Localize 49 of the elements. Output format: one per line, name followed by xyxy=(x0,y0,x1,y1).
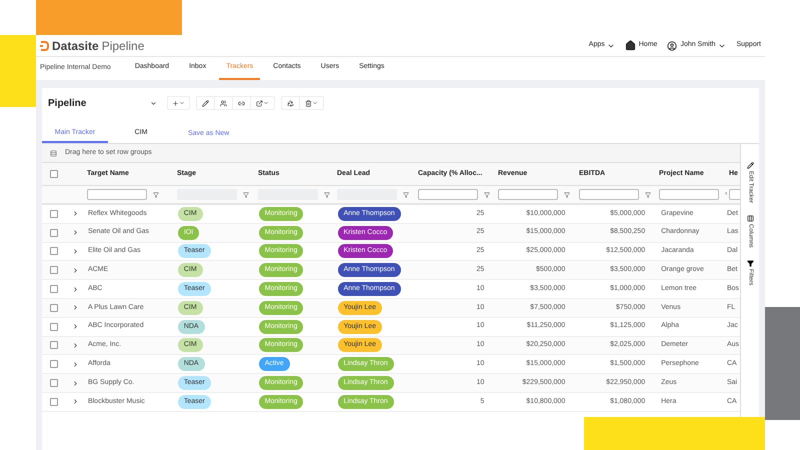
expand-icon[interactable] xyxy=(72,398,79,406)
add-button[interactable] xyxy=(167,96,190,110)
users-icon xyxy=(220,100,227,106)
filter-field[interactable] xyxy=(579,189,639,200)
select-all-checkbox[interactable] xyxy=(50,170,58,178)
row-checkbox[interactable] xyxy=(50,322,58,331)
product-name: Pipeline xyxy=(102,38,144,54)
columns-icon xyxy=(746,215,754,222)
row-groups-icon xyxy=(50,150,57,156)
row-checkbox[interactable] xyxy=(50,341,58,350)
row-checkbox[interactable] xyxy=(50,398,58,406)
row-checkbox[interactable] xyxy=(50,379,58,388)
expand-icon[interactable] xyxy=(72,266,79,274)
export-icon xyxy=(256,100,263,106)
expand-icon[interactable] xyxy=(72,248,79,255)
caret-icon xyxy=(312,100,318,106)
row-checkbox[interactable] xyxy=(50,266,58,274)
tracker-title: Pipeline xyxy=(48,96,88,110)
expand-icon[interactable] xyxy=(72,342,79,349)
caret-icon xyxy=(179,100,185,106)
expand-icon[interactable] xyxy=(72,210,79,218)
caret-icon[interactable] xyxy=(150,100,157,106)
caret-icon xyxy=(263,100,269,106)
expand-icon[interactable] xyxy=(72,286,79,293)
row-checkbox[interactable] xyxy=(50,228,58,237)
row-checkbox[interactable] xyxy=(50,304,58,312)
link-icon xyxy=(238,100,245,106)
plus-icon xyxy=(172,100,179,106)
recycle-icon xyxy=(287,100,294,106)
brand-name: Datasite xyxy=(52,38,99,54)
filter-field[interactable] xyxy=(659,189,719,200)
trash-icon xyxy=(305,100,312,106)
pencil-icon xyxy=(202,100,209,106)
expand-icon[interactable] xyxy=(72,380,79,387)
filter-field[interactable] xyxy=(498,189,558,200)
logo-icon xyxy=(40,40,49,50)
expand-icon[interactable] xyxy=(72,229,79,236)
row-checkbox[interactable] xyxy=(50,210,58,218)
expand-icon[interactable] xyxy=(72,304,79,312)
home-icon xyxy=(624,40,636,51)
filter-field[interactable] xyxy=(418,189,478,200)
expand-icon[interactable] xyxy=(72,323,79,330)
pencil-icon xyxy=(746,162,754,169)
row-checkbox[interactable] xyxy=(50,247,58,256)
expand-icon[interactable] xyxy=(72,360,79,368)
user-icon xyxy=(667,40,678,50)
row-checkbox[interactable] xyxy=(50,360,58,368)
row-checkbox[interactable] xyxy=(50,285,58,294)
filter-field[interactable] xyxy=(87,189,147,200)
